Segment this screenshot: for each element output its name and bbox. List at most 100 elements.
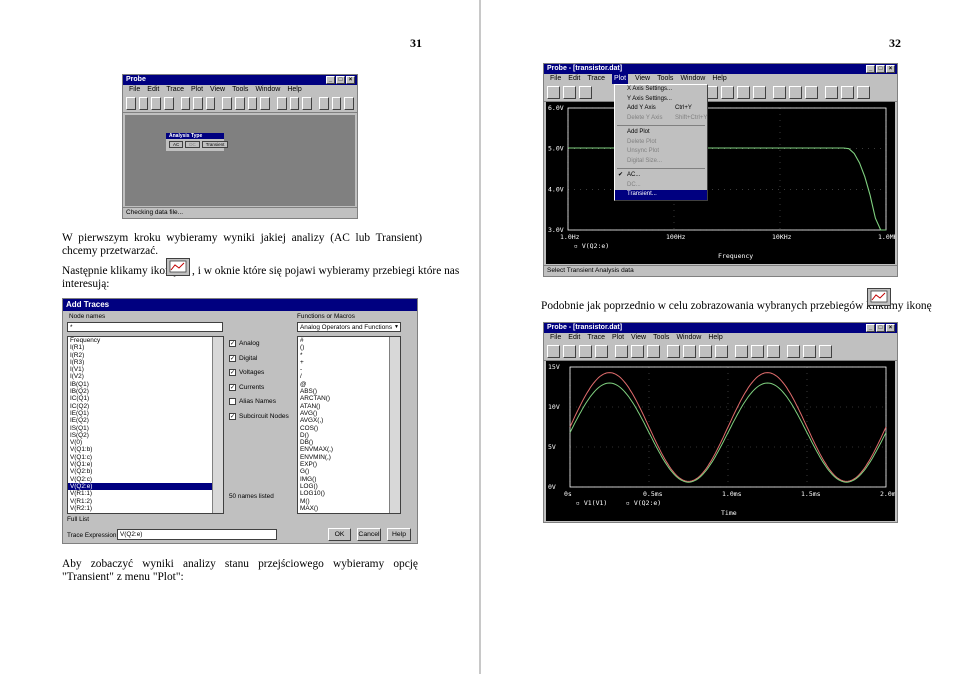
- zoom-out-icon[interactable]: [721, 86, 734, 99]
- eval-goal-icon[interactable]: [331, 97, 342, 110]
- list-item[interactable]: V(R2:1): [68, 505, 223, 512]
- menu-tools[interactable]: Tools: [653, 333, 669, 343]
- zoom-fit-icon[interactable]: [715, 345, 728, 358]
- list-item[interactable]: EXP(): [298, 461, 400, 468]
- ac-button[interactable]: AC: [169, 141, 184, 148]
- checkbox-alias-names[interactable]: Alias Names: [229, 398, 276, 405]
- ac-plot-area[interactable]: 1.0Hz 100Hz 10KHz 1.0MHz 6.0V 5.0V 4.0V 3.0V ▫ V…: [546, 102, 902, 264]
- performance-icon[interactable]: [302, 97, 312, 110]
- zoom-area-icon[interactable]: [699, 345, 712, 358]
- plot-menu-item[interactable]: Add Y Axis Ctrl+Y: [615, 104, 707, 114]
- menu-plot[interactable]: Plot: [612, 333, 624, 343]
- list-item[interactable]: IB(Q1): [68, 381, 223, 388]
- plot-menu-item[interactable]: Add Plot: [615, 128, 707, 138]
- maximize-icon[interactable]: □: [336, 76, 345, 84]
- plot-menu-item[interactable]: DC...: [615, 181, 707, 191]
- menu-file[interactable]: File: [550, 74, 561, 84]
- checkbox-box[interactable]: ✓: [229, 354, 236, 362]
- list-item[interactable]: ENVMIN(,): [298, 454, 400, 461]
- list-item[interactable]: DB(): [298, 439, 400, 446]
- list-item[interactable]: IE(Q1): [68, 410, 223, 417]
- node-list-scrollbar[interactable]: [212, 337, 223, 513]
- fft-icon[interactable]: [789, 86, 802, 99]
- list-item[interactable]: ENVMAX(,): [298, 446, 400, 453]
- menu-file[interactable]: File: [129, 85, 140, 95]
- open-file-icon[interactable]: [563, 345, 576, 358]
- list-item[interactable]: ARCTAN(): [298, 395, 400, 402]
- cursor-icon[interactable]: [344, 97, 354, 110]
- close-icon[interactable]: ×: [886, 324, 895, 332]
- zoom-area-icon[interactable]: [737, 86, 750, 99]
- menu-view[interactable]: View: [631, 333, 646, 343]
- list-item[interactable]: IB(Q2): [68, 388, 223, 395]
- plot-menu-item[interactable]: Delete Y Axis Shift+Ctrl+Y: [615, 114, 707, 124]
- list-item[interactable]: V(Q2:b): [68, 468, 223, 475]
- close-icon[interactable]: ×: [346, 76, 355, 84]
- checkbox-box[interactable]: ✓: [229, 369, 236, 376]
- transient-button[interactable]: Transient: [201, 141, 229, 148]
- list-item[interactable]: D(): [298, 432, 400, 439]
- list-item[interactable]: I(V1): [68, 366, 223, 373]
- help-button[interactable]: Help: [387, 528, 411, 541]
- performance-icon[interactable]: [767, 345, 780, 358]
- list-item[interactable]: IS(Q2): [68, 432, 223, 439]
- fft-icon[interactable]: [289, 97, 300, 110]
- list-item[interactable]: IC(Q1): [68, 395, 223, 402]
- list-item[interactable]: V(Q1:b): [68, 446, 223, 453]
- save-icon[interactable]: [579, 86, 592, 99]
- menu-help[interactable]: Help: [708, 333, 722, 343]
- print-icon[interactable]: [595, 345, 608, 358]
- list-item[interactable]: AVGX(,): [298, 417, 400, 424]
- minimize-icon[interactable]: _: [866, 65, 875, 73]
- zoom-out-icon[interactable]: [235, 97, 245, 110]
- list-item[interactable]: AVG(): [298, 410, 400, 417]
- log-x-icon[interactable]: [735, 345, 748, 358]
- fft-icon[interactable]: [751, 345, 764, 358]
- menu-view[interactable]: View: [210, 85, 225, 95]
- maximize-icon[interactable]: □: [876, 324, 885, 332]
- copy-icon[interactable]: [193, 97, 203, 110]
- menu-window[interactable]: Window: [255, 85, 280, 95]
- cut-icon[interactable]: [180, 97, 191, 110]
- checkbox-box[interactable]: ✓: [229, 412, 236, 420]
- zoom-in-icon[interactable]: [667, 345, 680, 358]
- plot-menu-item[interactable]: Y Axis Settings...: [615, 95, 707, 105]
- list-item[interactable]: IS(Q1): [68, 425, 223, 432]
- list-item[interactable]: I(R2): [68, 352, 223, 359]
- log-x-icon[interactable]: [773, 86, 786, 99]
- list-item[interactable]: LOG10(): [298, 490, 400, 497]
- copy-icon[interactable]: [631, 345, 644, 358]
- list-item[interactable]: V(Q2:c): [68, 476, 223, 483]
- list-item[interactable]: V(Q1:e): [68, 461, 223, 468]
- new-file-icon[interactable]: [547, 345, 560, 358]
- zoom-out-icon[interactable]: [683, 345, 696, 358]
- zoom-area-icon[interactable]: [247, 97, 258, 110]
- list-item[interactable]: IMG(): [298, 476, 400, 483]
- menu-edit[interactable]: Edit: [568, 74, 580, 84]
- save-icon[interactable]: [151, 97, 161, 110]
- checkbox-voltages[interactable]: ✓ Voltages: [229, 369, 264, 376]
- list-item[interactable]: MAX(): [298, 505, 400, 512]
- save-icon[interactable]: [579, 345, 592, 358]
- list-item[interactable]: V(R1:1): [68, 490, 223, 497]
- menu-plot[interactable]: Plot: [191, 85, 203, 95]
- close-icon[interactable]: ×: [886, 65, 895, 73]
- print-icon[interactable]: [163, 97, 174, 110]
- plot-menu-item[interactable]: Transient...: [615, 190, 707, 200]
- list-item[interactable]: /: [298, 373, 400, 380]
- list-item[interactable]: V(0): [68, 439, 223, 446]
- cursor-icon[interactable]: [857, 86, 870, 99]
- functions-list[interactable]: #() * + - / @ ABS() ARCTAN() ATAN() AVG() AVGX(,) C…: [297, 336, 401, 514]
- list-item[interactable]: V(Q1:c): [68, 454, 223, 461]
- checkbox-box[interactable]: ✓: [229, 383, 236, 391]
- minimize-icon[interactable]: _: [866, 324, 875, 332]
- add-trace-icon[interactable]: [787, 345, 800, 358]
- list-item[interactable]: M(): [298, 498, 400, 505]
- new-file-icon[interactable]: [126, 97, 136, 110]
- node-names-list[interactable]: Frequency I(R1) I(R2) I(R3) I(V1) I(V2) IB(Q1)…: [67, 336, 224, 514]
- menu-window[interactable]: Window: [676, 333, 701, 343]
- new-file-icon[interactable]: [547, 86, 560, 99]
- cancel-button[interactable]: Cancel: [357, 528, 381, 541]
- checkbox-digital[interactable]: ✓ Digital: [229, 354, 257, 362]
- checkbox-box[interactable]: [229, 398, 236, 405]
